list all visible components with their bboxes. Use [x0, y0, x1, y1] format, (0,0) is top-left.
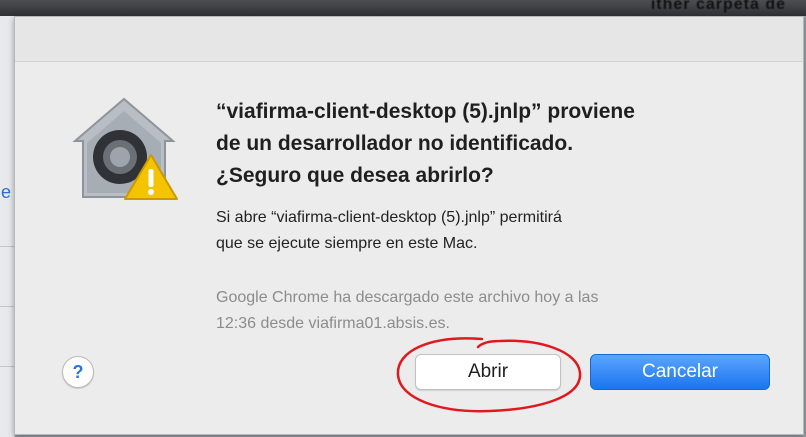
download-info-line: 12:36 desde viafirma01.absis.es. [216, 315, 450, 332]
background-window-titlebar: ither carpeta de [0, 0, 806, 16]
dialog-title-line: “viafirma-client-desktop (5).jnlp” provi… [216, 100, 635, 123]
download-info: Google Chrome ha descargado este archivo… [216, 285, 776, 337]
help-icon: ? [72, 361, 84, 382]
background-divider [0, 366, 14, 367]
background-divider [0, 246, 14, 247]
background-divider [0, 306, 14, 307]
dialog-title-line: de un desarrollador no identificado. [216, 132, 574, 155]
dialog-message-line: que se ejecute siempre en este Mac. [216, 235, 478, 252]
dialog-titlebar [15, 17, 803, 62]
download-info-line: Google Chrome ha descargado este archivo… [216, 289, 599, 306]
background-window-edge: e [0, 16, 15, 437]
background-fragment: e [1, 182, 12, 202]
dialog-title-line: ¿Seguro que desea abrirlo? [216, 164, 494, 187]
cancel-button[interactable]: Cancelar [590, 354, 770, 390]
security-dialog: “viafirma-client-desktop (5).jnlp” provi… [14, 16, 804, 435]
gatekeeper-warning-icon [65, 93, 183, 205]
dialog-message: Si abre “viafirma-client-desktop (5).jnl… [216, 205, 776, 257]
help-button[interactable]: ? [62, 356, 94, 388]
open-button[interactable]: Abrir [415, 354, 561, 390]
dialog-message-line: Si abre “viafirma-client-desktop (5).jnl… [216, 209, 562, 226]
background-window-text: ither carpeta de [650, 0, 786, 13]
dialog-title: “viafirma-client-desktop (5).jnlp” provi… [216, 96, 776, 192]
